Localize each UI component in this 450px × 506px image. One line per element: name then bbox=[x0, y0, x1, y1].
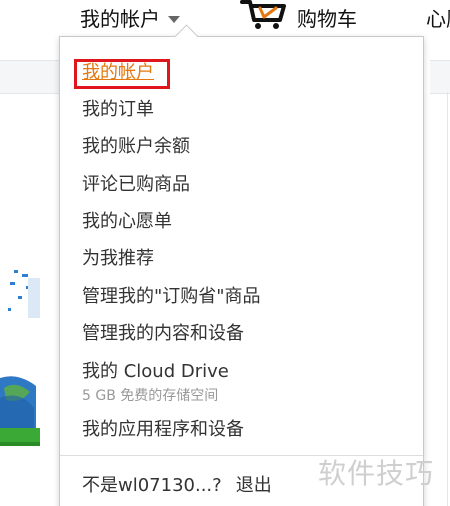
nav-wishlist-label: 心愿单 bbox=[426, 6, 450, 31]
menu-item-content-devices[interactable]: 管理我的内容和设备 bbox=[82, 322, 244, 346]
nav-account-label: 我的帐户 bbox=[80, 6, 160, 31]
top-nav-bar: 我的帐户 购物车 心愿单 bbox=[0, 0, 450, 36]
menu-item-my-wishlist[interactable]: 我的心愿单 bbox=[82, 210, 172, 234]
background-subnav-strip-right bbox=[430, 60, 450, 94]
background-subnav-strip bbox=[0, 60, 60, 94]
menu-item-my-account[interactable]: 我的帐户 bbox=[82, 61, 154, 85]
menu-item-recommendations[interactable]: 为我推荐 bbox=[82, 247, 154, 271]
nav-cart-link[interactable]: 购物车 bbox=[297, 3, 357, 31]
nav-cart-label: 购物车 bbox=[297, 6, 357, 31]
caret-down-icon bbox=[168, 15, 180, 23]
menu-item-review-purchases[interactable]: 评论已购商品 bbox=[82, 173, 190, 197]
page: 我的帐户 购物车 心愿单 bbox=[0, 0, 450, 506]
not-user-prompt[interactable]: 不是wl07130...? bbox=[82, 475, 222, 496]
menu-item-my-orders[interactable]: 我的订单 bbox=[82, 98, 154, 122]
menu-divider bbox=[60, 455, 423, 456]
background-divider bbox=[447, 92, 448, 506]
cloud-drive-storage-note: 5 GB 免费的存储空间 bbox=[82, 388, 219, 404]
menu-item-apps-devices[interactable]: 我的应用程序和设备 bbox=[82, 418, 244, 442]
menu-item-account-balance[interactable]: 我的账户余额 bbox=[82, 135, 190, 159]
nav-wishlist-link[interactable]: 心愿单 bbox=[426, 3, 450, 31]
menu-item-subscribe-save[interactable]: 管理我的"订购省"商品 bbox=[82, 285, 261, 309]
shopping-cart-icon[interactable] bbox=[240, 0, 286, 30]
promo-banner-image bbox=[0, 270, 40, 446]
account-dropdown-menu: 我的帐户 我的订单 我的账户余额 评论已购商品 我的心愿单 为我推荐 管理我的"… bbox=[59, 24, 424, 506]
nav-account-menu[interactable]: 我的帐户 bbox=[80, 3, 180, 31]
signout-row: 不是wl07130...? 退出 bbox=[82, 474, 272, 498]
menu-item-cloud-drive[interactable]: 我的 Cloud Drive bbox=[82, 360, 229, 384]
logout-link[interactable]: 退出 bbox=[236, 475, 272, 496]
